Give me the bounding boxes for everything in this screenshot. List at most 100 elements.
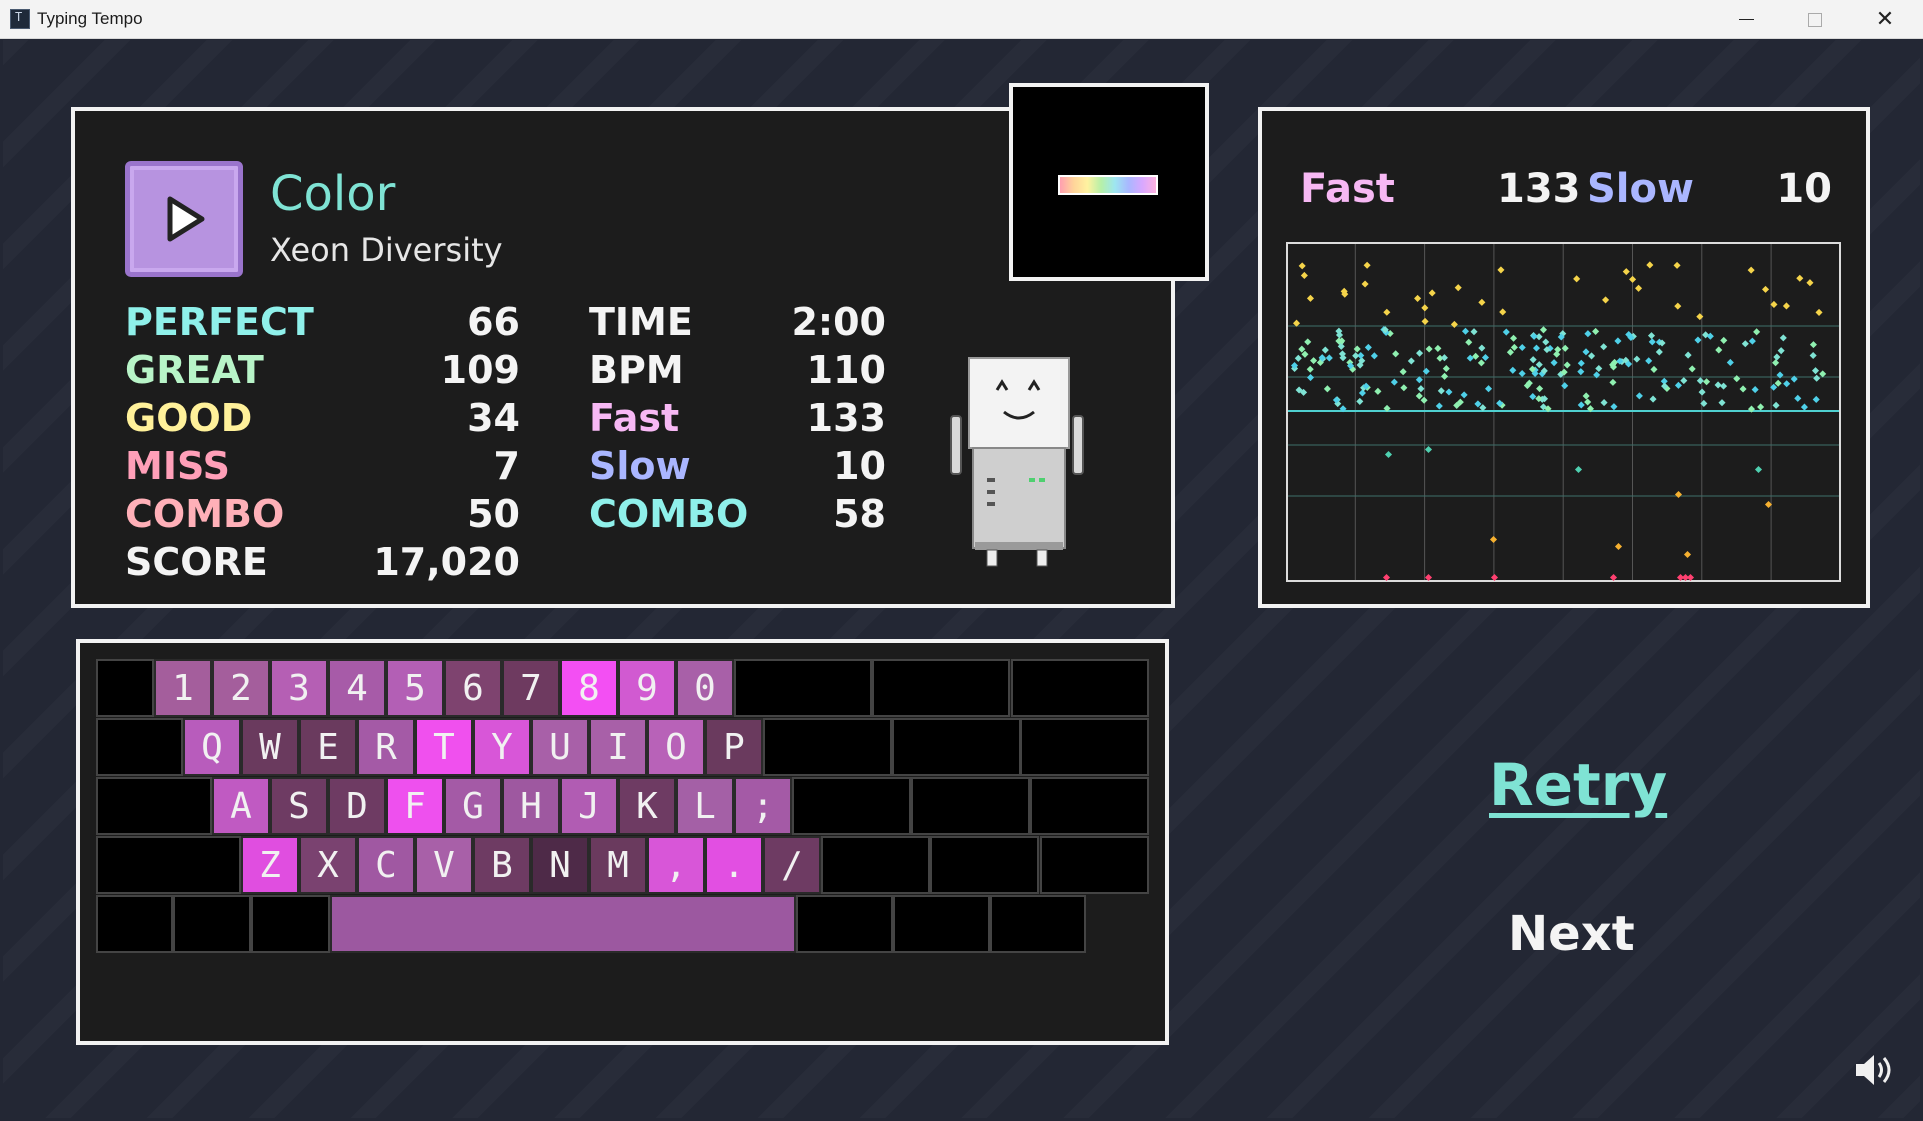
key-blank	[251, 895, 330, 953]
key-4: 4	[328, 659, 386, 717]
key-8: 8	[560, 659, 618, 717]
key-B: B	[473, 836, 531, 894]
key-I: I	[589, 718, 647, 776]
song-jacket	[1009, 83, 1209, 281]
fast-value: 133	[1497, 166, 1581, 212]
stat-value: 66	[467, 300, 520, 344]
stat-label: Fast	[589, 396, 680, 440]
keyboard-heatmap: 1 2 3 4 5 6 7 8 9 0 Q W E R T Y U I O P A S D F G H J K L; Z X C V B N M,. /	[76, 639, 1169, 1045]
key-blank	[990, 895, 1086, 953]
key-blank	[796, 895, 893, 953]
stat-value: 2:00	[791, 300, 886, 344]
key-blank	[173, 895, 251, 953]
key-U: U	[531, 718, 589, 776]
maximize-button[interactable]	[1781, 0, 1849, 39]
stat-value: 133	[806, 396, 886, 440]
minimize-button[interactable]	[1712, 0, 1780, 39]
key-J: J	[560, 777, 618, 835]
key-blank	[930, 836, 1039, 894]
stat-label: SCORE	[125, 540, 268, 584]
robot-mascot	[950, 357, 1084, 567]
key-T: T	[415, 718, 473, 776]
key-.: .	[705, 836, 763, 894]
key-E: E	[299, 718, 357, 776]
stat-label: BPM	[589, 348, 684, 392]
stats-left: PERFECT 66 GREAT 109 GOOD 34 MISS 7 COMBO 50 SCORE…	[125, 298, 520, 586]
key-7: 7	[502, 659, 560, 717]
key-blank	[1030, 777, 1149, 835]
key-blank	[96, 659, 154, 717]
stat-label: PERFECT	[125, 300, 314, 344]
app-icon	[10, 9, 30, 29]
key-G: G	[444, 777, 502, 835]
stat-row-bpm: BPM 110	[589, 346, 886, 394]
window-titlebar: Typing Tempo ✕	[0, 0, 1923, 39]
stat-label: MISS	[125, 444, 230, 488]
key-K: K	[618, 777, 676, 835]
speaker-icon[interactable]	[1853, 1052, 1895, 1088]
maximize-icon	[1808, 12, 1822, 27]
stat-row-slow: Slow 10	[589, 442, 886, 490]
key-6: 6	[444, 659, 502, 717]
stat-label: Slow	[589, 444, 691, 488]
key-blank	[911, 777, 1030, 835]
key-Y: Y	[473, 718, 531, 776]
key-,: ,	[647, 836, 705, 894]
slow-label: Slow	[1587, 166, 1694, 212]
key-blank	[96, 895, 173, 953]
stat-label: GOOD	[125, 396, 253, 440]
stat-row-fast: Fast 133	[589, 394, 886, 442]
timing-graph-panel: Fast 133 Slow 10	[1258, 107, 1870, 608]
stat-row-perfect: PERFECT 66	[125, 298, 520, 346]
key-A: A	[212, 777, 270, 835]
key-H: H	[502, 777, 560, 835]
key-;: ;	[734, 777, 792, 835]
key-O: O	[647, 718, 705, 776]
stat-value: 58	[833, 492, 886, 536]
play-button[interactable]	[125, 161, 243, 277]
key-blank	[734, 659, 872, 717]
key-2: 2	[212, 659, 270, 717]
stat-row-good: GOOD 34	[125, 394, 520, 442]
key-9: 9	[618, 659, 676, 717]
stat-value: 7	[493, 444, 520, 488]
key-blank	[1020, 718, 1149, 776]
close-icon: ✕	[1875, 7, 1895, 32]
key-blank	[821, 836, 930, 894]
stat-value: 34	[467, 396, 520, 440]
close-button[interactable]: ✕	[1851, 0, 1919, 39]
retry-button[interactable]: Retry	[1489, 751, 1667, 819]
play-icon	[167, 196, 205, 242]
key-blank	[96, 777, 212, 835]
key-N: N	[531, 836, 589, 894]
stat-value: 110	[806, 348, 886, 392]
fast-label: Fast	[1300, 166, 1395, 212]
game-screen: Color Xeon Diversity PERFECT 66 GREAT 109 GO…	[3, 40, 1920, 1118]
stats-right: TIME 2:00 BPM 110 Fast 133 Slow 10 COMBO 58	[589, 298, 886, 538]
key-Z: Z	[241, 836, 299, 894]
minimize-icon	[1738, 18, 1754, 21]
stat-row-score: SCORE 17,020	[125, 538, 520, 586]
stat-value: 10	[833, 444, 886, 488]
stat-row-miss: MISS 7	[125, 442, 520, 490]
stat-label: COMBO	[589, 492, 749, 536]
key-3: 3	[270, 659, 328, 717]
key-5: 5	[386, 659, 444, 717]
key-R: R	[357, 718, 415, 776]
key-0: 0	[676, 659, 734, 717]
stat-row-great: GREAT 109	[125, 346, 520, 394]
next-button[interactable]: Next	[1508, 906, 1635, 962]
key-Q: Q	[183, 718, 241, 776]
key-P: P	[705, 718, 763, 776]
stat-value: 109	[440, 348, 520, 392]
stat-label: TIME	[589, 300, 693, 344]
key-F: F	[386, 777, 444, 835]
key-blank	[96, 836, 241, 894]
rainbow-bar	[1058, 175, 1158, 195]
key-X: X	[299, 836, 357, 894]
key-W: W	[241, 718, 299, 776]
timing-scatter-plot	[1286, 242, 1841, 582]
key-M: M	[589, 836, 647, 894]
stat-value: 50	[467, 492, 520, 536]
key-blank	[1040, 836, 1149, 894]
